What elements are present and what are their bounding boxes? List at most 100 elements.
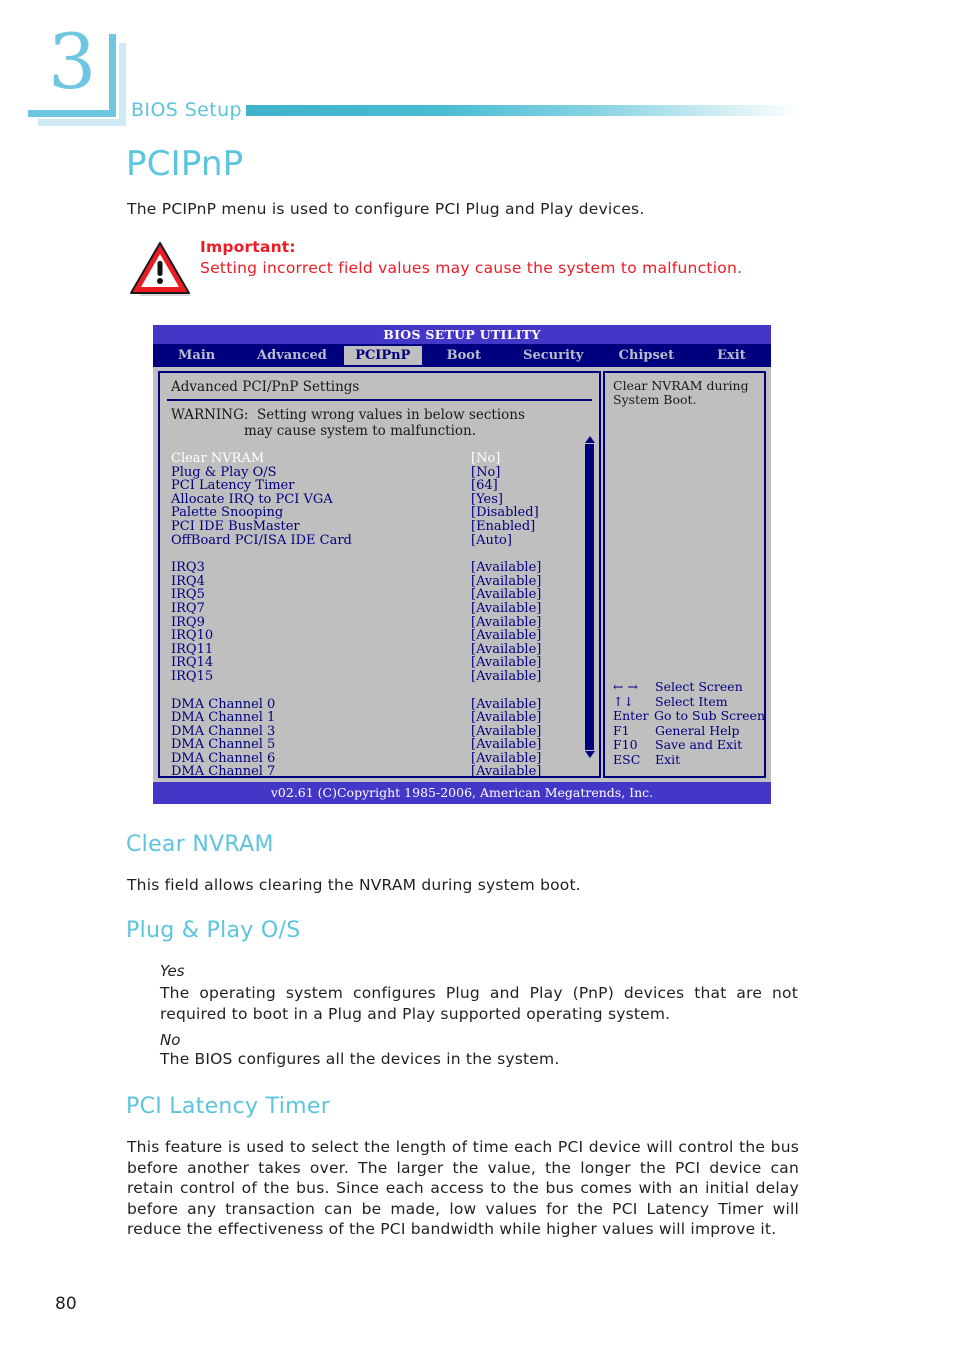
key-name: F10 (613, 737, 638, 752)
irq-value: [Available] (471, 628, 542, 644)
bios-setup-screen: BIOS SETUP UTILITY Main Advanced PCIPnP … (153, 325, 771, 804)
option-name-yes: Yes (160, 962, 185, 980)
setting-value: [Auto] (471, 532, 512, 548)
irq-row[interactable]: IRQ11 [Available] (171, 643, 589, 657)
tab-security[interactable]: Security (506, 346, 601, 365)
irq-row[interactable]: IRQ9 [Available] (171, 614, 589, 630)
dma-row[interactable]: DMA Channel 3 [Available] (171, 725, 589, 739)
irq-value: [Available] (471, 560, 542, 576)
irq-label: IRQ10 (171, 628, 214, 644)
tab-advanced[interactable]: Advanced (240, 346, 343, 365)
key-name: F1 (613, 722, 630, 738)
setting-label: PCI IDE BusMaster (171, 518, 300, 534)
setting-label: Palette Snooping (171, 505, 284, 521)
irq-row[interactable]: IRQ14 [Available] (171, 656, 589, 670)
irq-row[interactable]: IRQ10 [Available] (171, 629, 589, 643)
scrollbar-thumb[interactable] (585, 444, 594, 750)
irq-label: IRQ3 (171, 560, 205, 576)
dma-label: DMA Channel 7 (171, 764, 276, 780)
key-legend-row: F10 Save and Exit (613, 737, 765, 753)
tab-chipset[interactable]: Chipset (601, 346, 692, 365)
setting-row-offboard-pci-isa-ide-card[interactable]: OffBoard PCI/ISA IDE Card [Auto] (171, 532, 589, 548)
key-legend-row: ESC Exit (613, 751, 765, 768)
dma-value: [Available] (471, 750, 542, 766)
setting-row-clear-nvram[interactable]: Clear NVRAM [No] (171, 452, 589, 466)
bios-settings-panel: Advanced PCI/PnP Settings WARNING: Setti… (158, 371, 601, 779)
setting-row-allocate-irq-to-pci-vga[interactable]: Allocate IRQ to PCI VGA [Yes] (171, 493, 589, 507)
setting-value: [64] (471, 478, 498, 494)
setting-label: PCI Latency Timer (171, 478, 295, 494)
irq-label: IRQ4 (171, 573, 205, 589)
irq-value: [Available] (471, 573, 542, 589)
scroll-down-arrow-icon[interactable] (584, 751, 595, 758)
key-legend-row: Enter Go to Sub Screen (613, 708, 765, 724)
dma-value: [Available] (471, 737, 542, 753)
irq-label: IRQ7 (171, 600, 205, 616)
irq-value: [Available] (471, 641, 542, 657)
key-desc: Save and Exit (655, 737, 743, 752)
dma-row[interactable]: DMA Channel 5 [Available] (171, 738, 589, 752)
irq-label: IRQ15 (171, 668, 214, 684)
help-text-line-2: System Boot. (613, 392, 697, 407)
important-text: Setting incorrect field values may cause… (200, 259, 743, 277)
intro-paragraph: The PCIPnP menu is used to configure PCI… (127, 200, 645, 218)
tab-main[interactable]: Main (153, 346, 240, 365)
irq-value: [Available] (471, 587, 542, 603)
chapter-badge: 3 (28, 24, 126, 126)
key-name: ← → (613, 679, 638, 694)
irq-row[interactable]: IRQ4 [Available] (171, 575, 589, 589)
dma-value: [Available] (471, 696, 542, 712)
section-body-pci-latency-timer: This feature is used to select the lengt… (127, 1138, 799, 1238)
help-text-line-1: Clear NVRAM during (613, 378, 749, 393)
irq-row[interactable]: IRQ3 [Available] (171, 561, 589, 575)
irq-value: [Available] (471, 614, 542, 630)
tab-pcipnp[interactable]: PCIPnP (343, 346, 422, 365)
irq-label: IRQ11 (171, 641, 214, 657)
irq-label: IRQ9 (171, 614, 205, 630)
important-body: Important: Setting incorrect field value… (200, 238, 820, 277)
bios-tab-bar[interactable]: Main Advanced PCIPnP Boot Security Chips… (153, 344, 771, 367)
bios-footer: v02.61 (C)Copyright 1985-2006, American … (153, 782, 771, 804)
scroll-up-arrow-icon[interactable] (584, 436, 595, 443)
irq-row[interactable]: IRQ5 [Available] (171, 588, 589, 602)
bios-help-panel: Clear NVRAM during System Boot. ← → Sele… (603, 371, 766, 778)
section-heading-plug-play-os: Plug & Play O/S (126, 918, 301, 943)
irq-row[interactable]: IRQ7 [Available] (171, 602, 589, 616)
bios-warning-line-1: WARNING: Setting wrong values in below s… (171, 407, 525, 423)
dma-row[interactable]: DMA Channel 0 [Available] (171, 696, 589, 712)
dma-label: DMA Channel 0 (171, 696, 276, 712)
bios-body: Advanced PCI/PnP Settings WARNING: Setti… (153, 367, 771, 779)
dma-row[interactable]: DMA Channel 1 [Available] (171, 711, 589, 725)
setting-row-palette-snooping[interactable]: Palette Snooping [Disabled] (171, 506, 589, 520)
irq-value: [Available] (471, 600, 542, 616)
irq-value: [Available] (471, 655, 542, 671)
setting-row-plug-play-os[interactable]: Plug & Play O/S [No] (171, 464, 589, 480)
setting-label: Plug & Play O/S (171, 464, 277, 480)
irq-value: [Available] (471, 668, 542, 684)
warning-triangle-icon (130, 242, 191, 296)
dma-row[interactable]: DMA Channel 6 [Available] (171, 752, 589, 766)
setting-value: [Yes] (471, 491, 503, 507)
tab-exit[interactable]: Exit (692, 346, 771, 365)
key-desc: Select Item (655, 693, 728, 709)
setting-row-pci-latency-timer[interactable]: PCI Latency Timer [64] (171, 479, 589, 493)
section-heading-clear-nvram: Clear NVRAM (126, 832, 274, 857)
bios-section-divider (167, 399, 592, 401)
key-desc: Exit (655, 751, 681, 767)
irq-row[interactable]: IRQ15 [Available] (171, 670, 589, 684)
bios-section-title: Advanced PCI/PnP Settings (171, 379, 360, 395)
setting-label: OffBoard PCI/ISA IDE Card (171, 532, 352, 548)
dma-label: DMA Channel 3 (171, 723, 276, 739)
tab-boot[interactable]: Boot (422, 346, 506, 365)
dma-row[interactable]: DMA Channel 7 [Available] (171, 765, 589, 779)
setting-value: [Enabled] (471, 518, 536, 534)
bios-irq-list: IRQ3 [Available] IRQ4 [Available] IRQ5 [… (160, 561, 599, 683)
key-name: ↑↓ (613, 693, 634, 709)
chapter-number: 3 (48, 17, 97, 106)
page-title: PCIPnP (126, 144, 244, 184)
irq-label: IRQ5 (171, 587, 205, 603)
setting-row-pci-ide-busmaster[interactable]: PCI IDE BusMaster [Enabled] (171, 520, 589, 534)
key-desc: General Help (655, 722, 740, 738)
bios-scrollbar[interactable] (584, 436, 595, 759)
bios-settings-list: Clear NVRAM [No] Plug & Play O/S [No] PC… (160, 452, 599, 547)
